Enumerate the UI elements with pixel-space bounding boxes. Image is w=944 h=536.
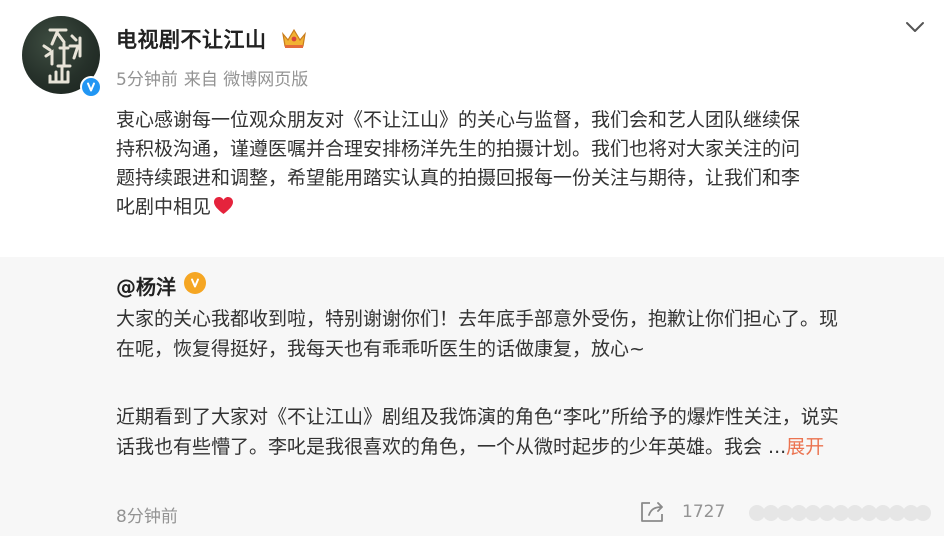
post-meta: 5分钟前 来自 微博网页版 [116,65,308,90]
chevron-down-icon[interactable] [904,18,926,36]
repost-text: 大家的关心我都收到啦，特别谢谢你们！去年底手部意外受伤，抱歉让你们担心了。现 在… [116,304,926,462]
repost-author[interactable]: @杨洋 [116,271,176,300]
post-time[interactable]: 5分钟前 [116,70,178,90]
share-count: 1727 [682,502,726,522]
crown-icon [282,28,306,48]
post-line-last: 叱剧中相见 [116,193,928,222]
author-name[interactable]: 电视剧不让江山 [116,24,267,54]
post-text: 衷心感谢每一位观众朋友对《不让江山》的关心与监督，我们会和艺人团队继续保 持积极… [116,106,928,222]
verified-icon [80,76,102,98]
share-icon[interactable] [640,500,666,524]
post-line: 题持续跟进和调整，希望能用踏实认真的拍摄回报每一份关注与期待，让我们和李 [116,167,801,189]
orange-verified-icon [184,272,206,294]
post-source: 来自 微博网页版 [183,70,309,90]
repost-line: 大家的关心我都收到啦，特别谢谢你们！去年底手部意外受伤，抱歉让你们担心了。现 [116,308,839,330]
liker-avatars-icon[interactable] [748,504,932,522]
repost-line-last: 话我也有些懵了。李叱是我很喜欢的角色，一个从微时起步的少年英雄。我会 ...展开 [116,432,926,462]
repost-time[interactable]: 8分钟前 [116,502,178,527]
post-line: 叱剧中相见 [116,196,212,218]
repost-card[interactable]: @杨洋 大家的关心我都收到啦，特别谢谢你们！去年底手部意外受伤，抱歉让你们担心了… [0,257,944,536]
post-line: 衷心感谢每一位观众朋友对《不让江山》的关心与监督，我们会和艺人团队继续保 [116,109,801,131]
heart-icon [214,197,234,214]
repost-line: 话我也有些懵了。李叱是我很喜欢的角色，一个从微时起步的少年英雄。我会 ... [116,436,787,458]
repost-line: 在呢，恢复得挺好，我每天也有乖乖听医生的话做康复，放心~ [116,338,645,360]
expand-link[interactable]: 展开 [786,436,824,458]
post-line: 持积极沟通，谨遵医嘱并合理安排杨洋先生的拍摄计划。我们也将对大家关注的问 [116,138,801,160]
repost-line: 近期看到了大家对《不让江山》剧组及我饰演的角色“李叱”所给予的爆炸性关注，说实 [116,406,839,428]
